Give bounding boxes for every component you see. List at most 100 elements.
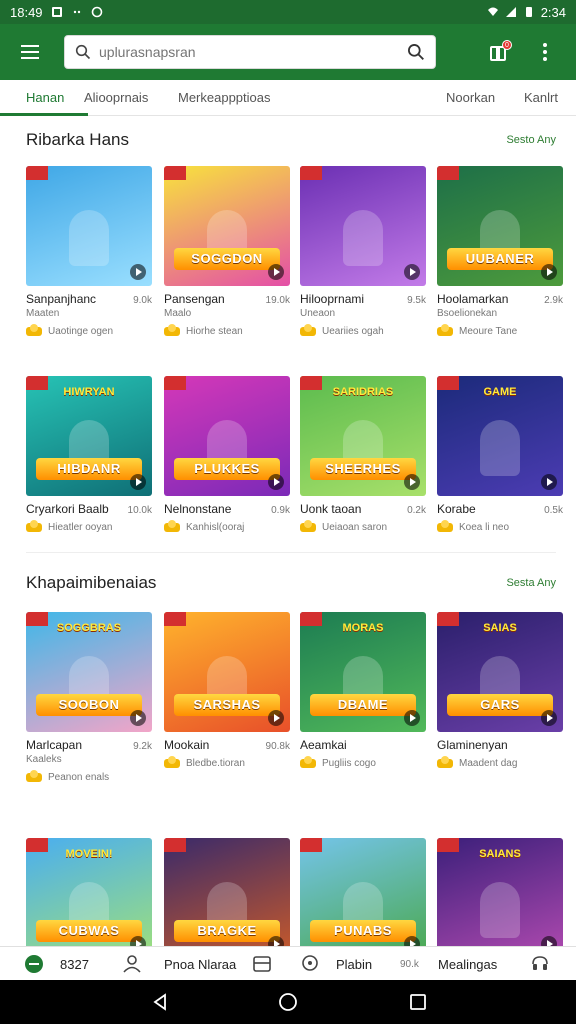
game-card[interactable]: PUNABS: [300, 838, 426, 958]
bottom-nav-store[interactable]: [252, 947, 272, 981]
game-meta: Ueiaoan saron: [300, 520, 426, 533]
game-title: Nelnonstane: [164, 502, 232, 516]
play-icon[interactable]: [130, 264, 146, 280]
promo-tag: [164, 166, 186, 180]
card-title-row: Glaminenyan: [437, 738, 563, 752]
game-card[interactable]: SAIANS: [437, 838, 563, 958]
hamburger-menu-icon[interactable]: [10, 32, 50, 72]
game-size: 9.2k: [133, 741, 152, 752]
see-all-link[interactable]: Sesto Any: [506, 134, 556, 146]
home-icon: [25, 955, 43, 973]
recents-icon[interactable]: [408, 992, 428, 1012]
tab-merkeappptioas[interactable]: Merkeappptioas: [178, 80, 271, 116]
play-icon[interactable]: [268, 264, 284, 280]
search-bar[interactable]: [64, 35, 436, 69]
game-thumbnail[interactable]: SARSHAS: [164, 612, 290, 732]
game-thumbnail[interactable]: HIWRYAN HIBDANR: [26, 376, 152, 496]
game-card[interactable]: UUBANER Hoolamarkan 2.9k Bsoelionekan Meoure…: [437, 166, 563, 337]
game-thumbnail[interactable]: SAIANS: [437, 838, 563, 958]
game-card[interactable]: SAIAS GARS Glaminenyan Maadent dag: [437, 612, 563, 769]
game-size: 9.5k: [407, 295, 426, 306]
game-size: 9.0k: [133, 295, 152, 306]
game-card[interactable]: Hilooprnami 9.5k Uneaon Ueariies ogah: [300, 166, 426, 337]
game-meta-text: Pugliis cogo: [322, 758, 376, 769]
game-size: 10.0k: [127, 505, 152, 516]
game-meta: Maadent dag: [437, 756, 563, 769]
game-thumbnail[interactable]: PLUKKES: [164, 376, 290, 496]
cart-button[interactable]: 0: [478, 32, 518, 72]
game-card[interactable]: SOGGDON Pansengan 19.0k Maalo Hiorhe stean: [164, 166, 290, 337]
game-card[interactable]: HIWRYAN HIBDANR Cryarkori Baalb 10.0k Hieatl…: [26, 376, 152, 533]
tab-hanan[interactable]: Hanan: [0, 80, 89, 116]
tab-aliooprnais[interactable]: Aliooprnais: [84, 80, 148, 116]
search-submit-icon[interactable]: [407, 43, 425, 61]
bottom-nav-places[interactable]: Plabin: [300, 947, 372, 981]
bottom-nav-messages[interactable]: Mealingas: [438, 947, 497, 981]
play-icon[interactable]: [541, 474, 557, 490]
play-icon[interactable]: [268, 474, 284, 490]
game-thumbnail[interactable]: MORAS DBAME: [300, 612, 426, 732]
play-icon[interactable]: [130, 474, 146, 490]
play-icon[interactable]: [404, 710, 420, 726]
app-bar: 0: [0, 24, 576, 80]
game-card[interactable]: MOVEIN! CUBWAS: [26, 838, 152, 958]
game-thumbnail[interactable]: GAME: [437, 376, 563, 496]
coin-icon: [26, 770, 42, 782]
game-meta: Kanhisl(ooraj: [164, 520, 290, 533]
game-title: Mookain: [164, 738, 210, 752]
game-meta-text: Koea li neo: [459, 522, 510, 533]
see-all-link[interactable]: Sesta Any: [506, 577, 556, 589]
card-title-row: Uonk taoan 0.2k: [300, 502, 426, 516]
game-thumbnail[interactable]: SOGGDON: [164, 166, 290, 286]
coin-icon: [164, 324, 180, 336]
bottom-nav-home[interactable]: 8327: [24, 947, 89, 981]
game-meta-text: Ueariies ogah: [322, 326, 384, 337]
game-thumbnail[interactable]: [26, 166, 152, 286]
game-thumbnail[interactable]: UUBANER: [437, 166, 563, 286]
more-options-icon[interactable]: [530, 32, 560, 72]
play-icon[interactable]: [404, 264, 420, 280]
game-card[interactable]: SOGGBRAS SOOBON Marlcapan 9.2k Kaaleks Peanon…: [26, 612, 152, 783]
game-thumbnail[interactable]: PUNABS: [300, 838, 426, 958]
back-icon[interactable]: [150, 992, 170, 1012]
game-card[interactable]: SARIDRIAS SHEERHES Uonk taoan 0.2k Ueiaoan s…: [300, 376, 426, 533]
game-logo-text: SAIANS: [479, 848, 521, 860]
card-title-row: Korabe 0.5k: [437, 502, 563, 516]
game-card[interactable]: Sanpanjhanc 9.0k Maaten Uaotinge ogen: [26, 166, 152, 337]
game-thumbnail[interactable]: MOVEIN! CUBWAS: [26, 838, 152, 958]
play-icon[interactable]: [541, 264, 557, 280]
game-thumbnail[interactable]: BRAGKE: [164, 838, 290, 958]
game-card[interactable]: MORAS DBAME Aeamkai Pugliis cogo: [300, 612, 426, 769]
game-meta-text: Hiorhe stean: [186, 326, 243, 337]
cellular-signal-icon: [505, 7, 516, 17]
play-icon[interactable]: [404, 474, 420, 490]
bottom-nav-profile[interactable]: [122, 947, 142, 981]
game-card[interactable]: BRAGKE: [164, 838, 290, 958]
home-circle-icon[interactable]: [278, 992, 298, 1012]
game-thumbnail[interactable]: SARIDRIAS SHEERHES: [300, 376, 426, 496]
play-icon[interactable]: [130, 710, 146, 726]
game-thumbnail[interactable]: SOGGBRAS SOOBON: [26, 612, 152, 732]
tab-bar: Hanan Aliooprnais Merkeappptioas Noorkan…: [0, 80, 576, 116]
status-bar: 18:49 2:34: [0, 0, 576, 24]
game-card[interactable]: PLUKKES Nelnonstane 0.9k Kanhisl(ooraj: [164, 376, 290, 533]
game-thumbnail[interactable]: [300, 166, 426, 286]
game-card[interactable]: GAME Korabe 0.5k Koea li neo: [437, 376, 563, 533]
game-title: Uonk taoan: [300, 502, 362, 516]
bottom-nav-support[interactable]: [530, 947, 550, 981]
game-card[interactable]: SARSHAS Mookain 90.8k Bledbe.tioran: [164, 612, 290, 769]
dots-icon: [73, 10, 80, 14]
game-banner-text: SOGGDON: [174, 248, 280, 270]
tab-noorkan[interactable]: Noorkan: [446, 80, 495, 116]
tab-kanlrt[interactable]: Kanlrt: [524, 80, 558, 116]
play-icon[interactable]: [268, 710, 284, 726]
game-title: Korabe: [437, 502, 476, 516]
game-meta: Peanon enals: [26, 770, 152, 783]
play-icon[interactable]: [541, 710, 557, 726]
game-meta-text: Maadent dag: [459, 758, 518, 769]
search-input[interactable]: [99, 44, 407, 60]
game-thumbnail[interactable]: SAIAS GARS: [437, 612, 563, 732]
bottom-nav-label[interactable]: Pnoa Nlaraa: [164, 947, 236, 981]
game-meta: Meoure Tane: [437, 324, 563, 337]
card-title-row: Hilooprnami 9.5k: [300, 292, 426, 306]
